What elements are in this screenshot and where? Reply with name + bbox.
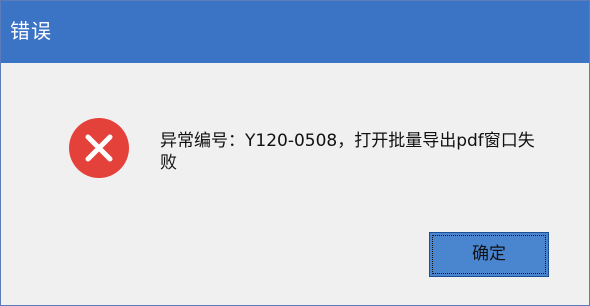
error-message: 异常编号：Y120-0508，打开批量导出pdf窗口失败 [160,131,535,173]
ok-button[interactable]: 确定 [429,232,549,277]
error-icon [69,118,129,178]
dialog-title: 错误 [10,19,52,43]
dialog-content: 异常编号：Y120-0508，打开批量导出pdf窗口失败 确定 [1,63,589,305]
title-bar[interactable]: 错误 [1,1,589,63]
error-dialog: 错误 异常编号：Y120-0508，打开批量导出pdf窗口失败 确定 [0,0,590,306]
